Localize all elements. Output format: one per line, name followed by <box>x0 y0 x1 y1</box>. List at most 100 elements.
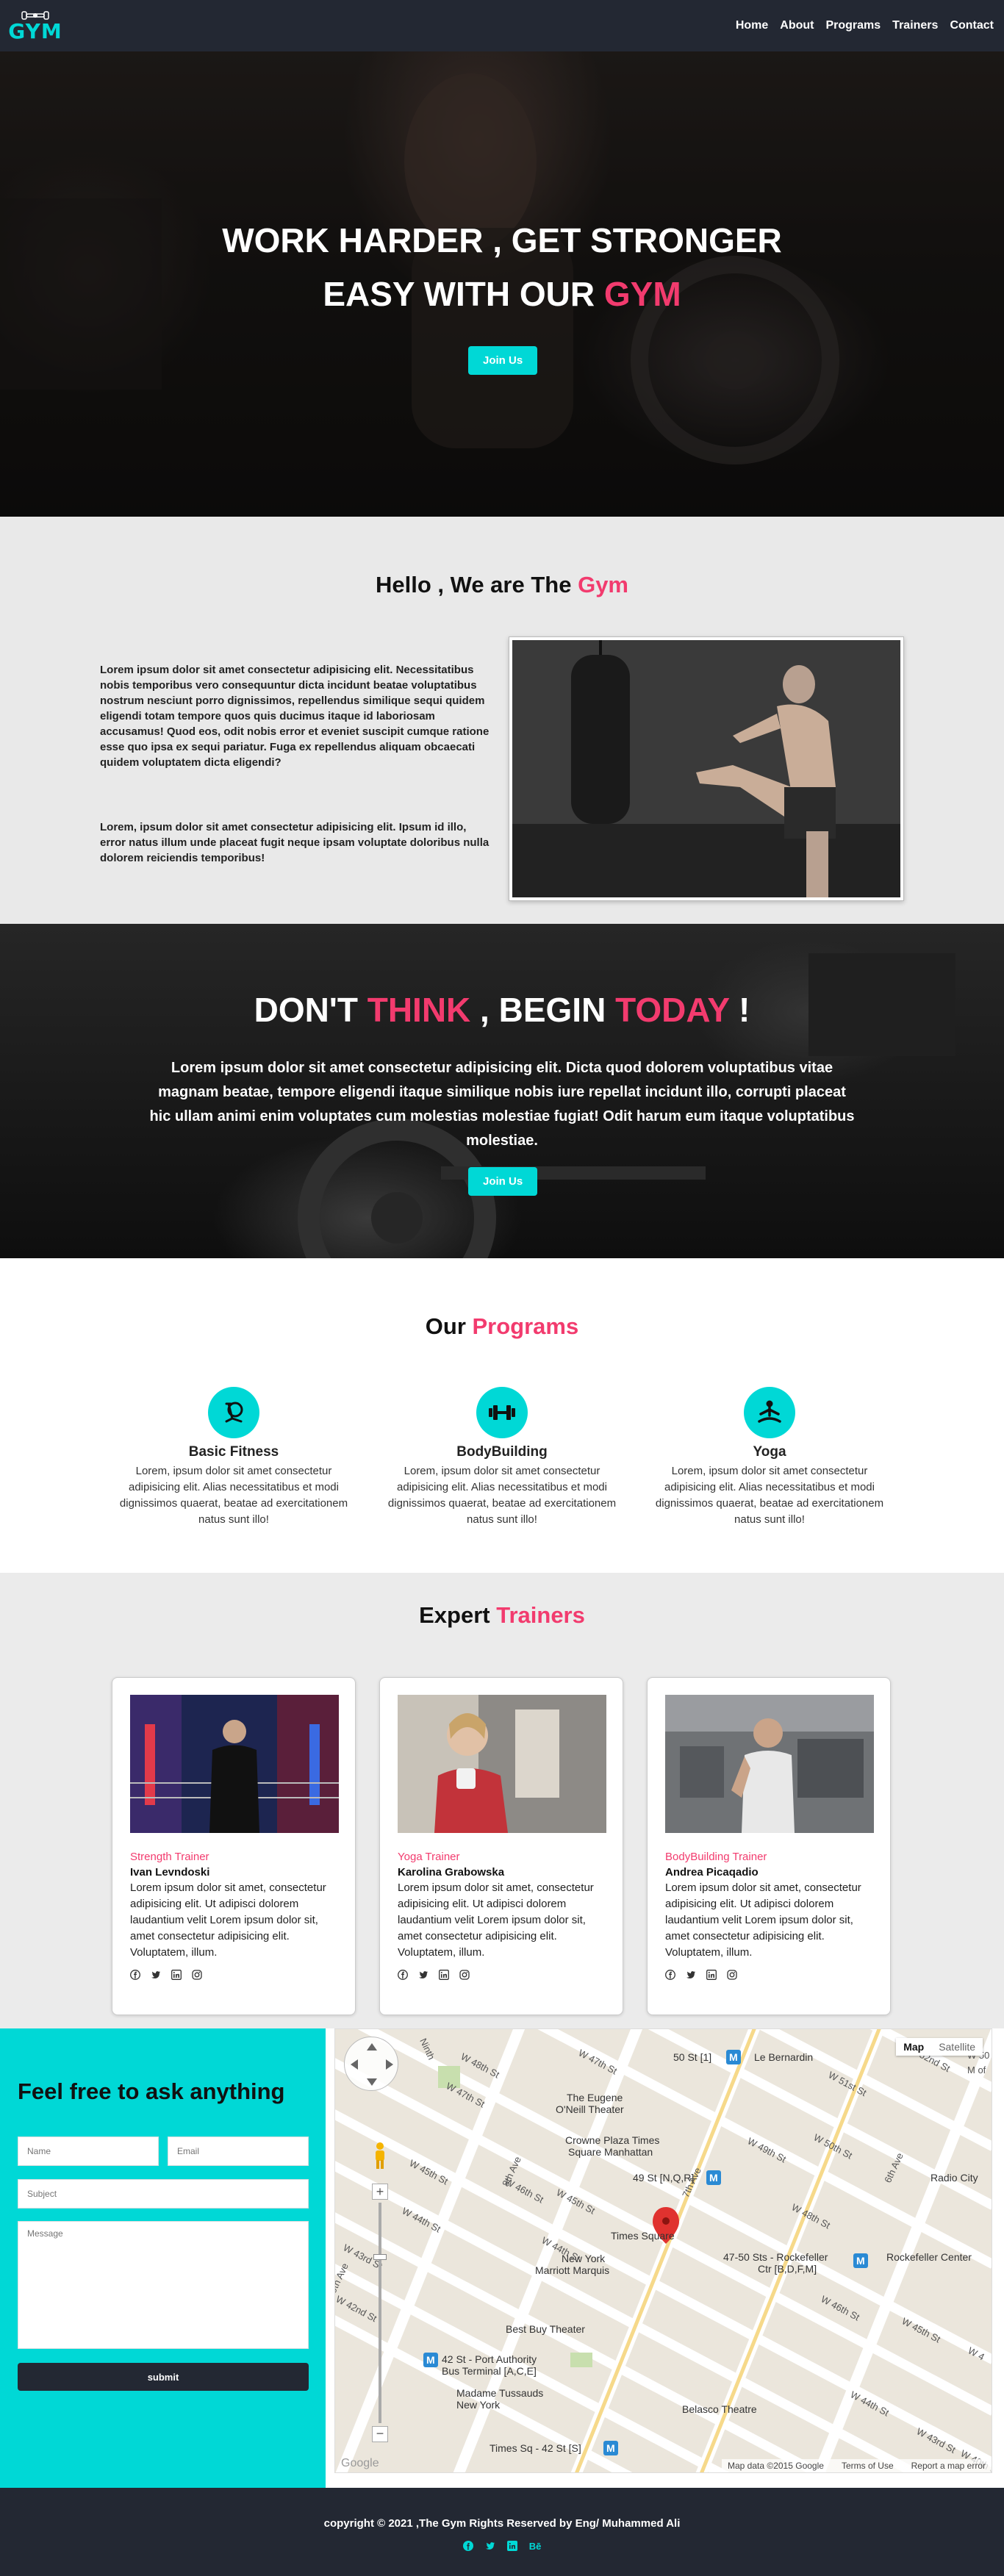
contact-title: Feel free to ask anything <box>18 2078 285 2104</box>
twitter-icon[interactable] <box>686 1970 696 1980</box>
map-canvas[interactable]: MMMMM 50 St [1] Le Bernardin The Eugene … <box>335 2029 992 2473</box>
map-label: O'Neill Theater <box>556 2103 624 2115</box>
google-logo: Google <box>341 2457 379 2469</box>
message-textarea[interactable] <box>18 2221 309 2349</box>
trainers-title: Expert Trainers <box>0 1602 1004 1629</box>
map-type-map-button[interactable]: Map <box>896 2038 931 2056</box>
map-label: Belasco Theatre <box>682 2403 757 2415</box>
map-label: Best Buy Theater <box>506 2323 585 2335</box>
subject-input[interactable] <box>18 2179 309 2209</box>
zoom-slider-handle[interactable] <box>373 2254 387 2260</box>
map-label: Madame Tussauds <box>456 2387 543 2399</box>
twitter-icon[interactable] <box>418 1970 429 1980</box>
map-report-link[interactable]: Report a map error <box>911 2461 986 2471</box>
map-label: The Eugene <box>567 2092 623 2103</box>
footer: copyright © 2021 ,The Gym Rights Reserve… <box>0 2488 1004 2576</box>
trainer-social-links <box>665 1970 872 1980</box>
programs-title-accent: Programs <box>472 1313 579 1339</box>
map-footer: Map data ©2015 Google Terms of Use Repor… <box>722 2459 992 2472</box>
facebook-icon[interactable] <box>398 1970 408 1980</box>
join-us-button[interactable]: Join Us <box>468 346 538 375</box>
hero-title-line1: WORK HARDER , GET STRONGER <box>222 221 782 259</box>
map-label: 42 St - Port Authority <box>442 2353 537 2365</box>
trainer-role: Strength Trainer <box>130 1851 209 1863</box>
map-pan-control[interactable] <box>344 2037 398 2091</box>
trainer-card-bodybuilding: BodyBuilding Trainer Andrea Picaqadio Lo… <box>647 1677 891 2015</box>
cta-title-think: THINK <box>367 991 471 1029</box>
street-view-pegman-icon[interactable] <box>372 2141 388 2170</box>
facebook-icon[interactable] <box>130 1970 140 1980</box>
twitter-icon[interactable] <box>151 1970 161 1980</box>
program-text: Lorem, ipsum dolor sit amet consectetur … <box>655 1465 884 1526</box>
svg-text:M: M <box>729 2051 738 2063</box>
map-label: Crowne Plaza Times <box>565 2134 659 2146</box>
trainers-title-accent: Trainers <box>496 1602 585 1628</box>
trainer-photo <box>398 1695 606 1833</box>
email-input[interactable] <box>168 2136 309 2166</box>
linkedin-icon[interactable] <box>706 1970 717 1980</box>
nav-link-contact[interactable]: Contact <box>950 19 994 32</box>
map-type-satellite-button[interactable]: Satellite <box>931 2038 983 2056</box>
trainer-card-yoga: Yoga Trainer Karolina Grabowska Lorem ip… <box>379 1677 623 2015</box>
logo-text: GYM <box>8 19 62 43</box>
map-terms-link[interactable]: Terms of Use <box>842 2461 894 2471</box>
about-paragraph-2: Lorem, ipsum dolor sit amet consectetur … <box>100 821 490 864</box>
navbar: GYM Home About Programs Trainers Contact <box>0 0 1004 51</box>
nav-links: Home About Programs Trainers Contact <box>736 19 994 32</box>
facebook-icon[interactable] <box>665 1970 675 1980</box>
cta-title-today: TODAY <box>615 991 730 1029</box>
map-type-toggle: Map Satellite <box>896 2038 983 2056</box>
cta-join-us-button[interactable]: Join Us <box>468 1167 538 1196</box>
trainers-title-prefix: Expert <box>419 1602 497 1628</box>
nav-link-about[interactable]: About <box>780 19 814 32</box>
programs-section: Our Programs Basic Fitness Lorem, ipsum … <box>0 1258 1004 1573</box>
program-card-basic-fitness: Basic Fitness Lorem, ipsum dolor sit ame… <box>112 1387 355 1528</box>
cta-title-part-3: , BEGIN <box>470 991 616 1029</box>
behance-icon[interactable]: Bē <box>529 2541 542 2552</box>
google-map[interactable]: MMMMM 50 St [1] Le Bernardin The Eugene … <box>334 2028 992 2473</box>
trainer-social-links <box>398 1970 605 1980</box>
twitter-icon[interactable] <box>485 2541 495 2551</box>
trainer-name: Ivan Levndoski <box>130 1866 210 1879</box>
trainer-photo <box>665 1695 874 1833</box>
instagram-icon[interactable] <box>727 1970 737 1980</box>
program-card-bodybuilding: BodyBuilding Lorem, ipsum dolor sit amet… <box>381 1387 623 1528</box>
linkedin-icon[interactable] <box>439 1970 449 1980</box>
trainer-name: Karolina Grabowska <box>398 1866 505 1879</box>
svg-text:M: M <box>856 2255 865 2267</box>
nav-link-programs[interactable]: Programs <box>825 19 881 32</box>
instagram-icon[interactable] <box>192 1970 202 1980</box>
map-label: Rockefeller Center <box>886 2251 972 2263</box>
trainer-role: BodyBuilding Trainer <box>665 1851 767 1863</box>
zoom-out-button[interactable]: − <box>372 2426 388 2442</box>
street-label: M of <box>967 2064 986 2075</box>
program-title: Yoga <box>753 1444 786 1460</box>
svg-text:M: M <box>606 2442 615 2454</box>
submit-button[interactable]: submit <box>18 2363 309 2391</box>
zoom-slider[interactable] <box>373 2203 387 2423</box>
logo[interactable]: GYM <box>6 10 65 42</box>
cta-title-part-5: ! <box>729 991 750 1029</box>
contact-section: Feel free to ask anything submit <box>0 2028 326 2488</box>
trainer-card-strength: Strength Trainer Ivan Levndoski Lorem ip… <box>112 1677 356 2015</box>
about-title-prefix: Hello , We are The <box>376 572 578 598</box>
name-input[interactable] <box>18 2136 159 2166</box>
facebook-icon[interactable] <box>462 2541 473 2551</box>
instagram-icon[interactable] <box>459 1970 470 1980</box>
program-text: Lorem, ipsum dolor sit amet consectetur … <box>119 1465 348 1526</box>
trainer-bio: Lorem ipsum dolor sit amet, consectetur … <box>130 1881 326 1959</box>
trainer-bio: Lorem ipsum dolor sit amet, consectetur … <box>398 1881 594 1959</box>
linkedin-icon[interactable] <box>171 1970 182 1980</box>
nav-link-home[interactable]: Home <box>736 19 768 32</box>
nav-link-trainers[interactable]: Trainers <box>892 19 938 32</box>
map-label: Le Bernardin <box>754 2051 813 2063</box>
program-title: BodyBuilding <box>456 1444 548 1460</box>
about-title: Hello , We are The Gym <box>0 572 1004 598</box>
programs-title: Our Programs <box>0 1313 1004 1340</box>
footer-copyright: copyright © 2021 ,The Gym Rights Reserve… <box>323 2517 681 2530</box>
cta-section: DON'T THINK , BEGIN TODAY ! Lorem ipsum … <box>0 924 1004 1258</box>
map-label: Radio City <box>931 2172 978 2184</box>
linkedin-icon[interactable] <box>506 2541 517 2551</box>
zoom-in-button[interactable]: + <box>372 2184 388 2200</box>
meditation-icon <box>744 1387 795 1438</box>
